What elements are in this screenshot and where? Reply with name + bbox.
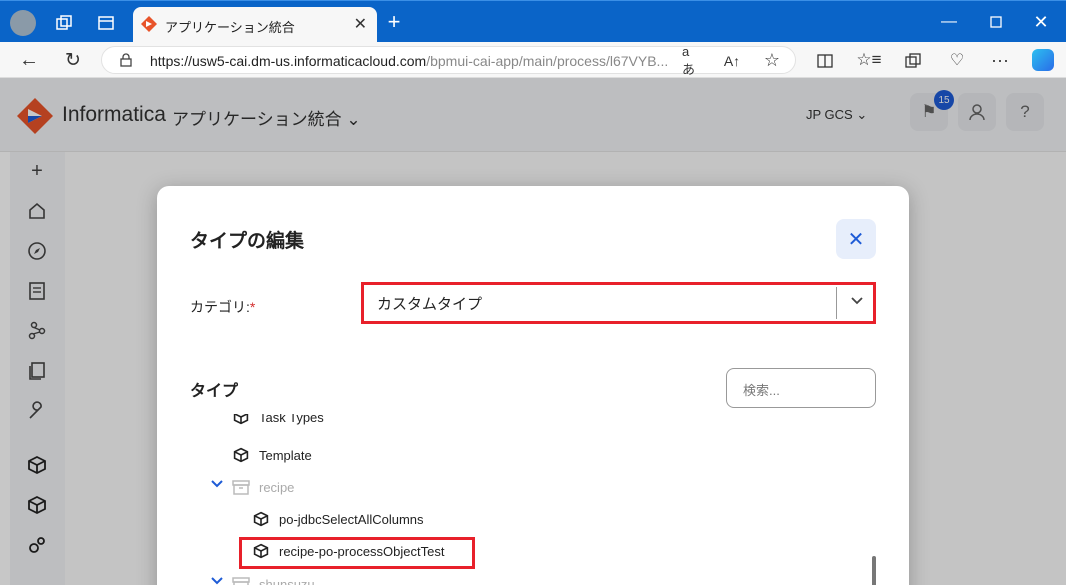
dialog-close-button[interactable]: ✕ bbox=[836, 219, 876, 259]
type-section-label: タイプ bbox=[190, 383, 239, 400]
tree-item[interactable]: Template bbox=[232, 443, 312, 467]
tab-active[interactable]: アプリケーション統合 ✕ bbox=[133, 7, 377, 43]
search-placeholder: 検索... bbox=[743, 383, 780, 398]
folder-icon bbox=[232, 575, 250, 585]
tab-actions-icon[interactable] bbox=[96, 13, 116, 33]
tree-folder[interactable]: recipe bbox=[232, 475, 294, 499]
new-tab-icon[interactable]: + bbox=[383, 9, 405, 34]
maximize-icon[interactable] bbox=[985, 11, 1007, 33]
cube-icon bbox=[232, 446, 250, 464]
tree-folder[interactable]: shunsuzu bbox=[232, 572, 315, 585]
browser-essentials-icon[interactable]: ♡ bbox=[947, 50, 967, 70]
favorites-icon[interactable]: ☆≡ bbox=[856, 50, 881, 70]
tree-item[interactable]: Task Types bbox=[232, 414, 324, 429]
minimize-icon[interactable]: — bbox=[938, 11, 960, 33]
translate-icon[interactable]: aあ bbox=[682, 44, 702, 77]
tab-title: アプリケーション統合 bbox=[165, 20, 295, 35]
lock-icon bbox=[118, 52, 134, 68]
collections-icon[interactable] bbox=[903, 51, 923, 71]
type-search-input[interactable]: 検索... bbox=[726, 368, 876, 408]
favorite-star-icon[interactable]: ☆ bbox=[762, 50, 782, 70]
category-label: カテゴリ:* bbox=[190, 299, 256, 315]
chevron-down-icon[interactable] bbox=[849, 292, 865, 313]
edit-type-dialog: タイプの編集 ✕ カテゴリ:* カスタムタイプ タイプ 検索... Task T… bbox=[157, 186, 909, 585]
more-menu-icon[interactable]: ··· bbox=[990, 50, 1010, 70]
back-icon[interactable]: ← bbox=[18, 49, 40, 71]
select-divider bbox=[836, 287, 837, 319]
folder-icon bbox=[232, 478, 250, 496]
profile-avatar[interactable] bbox=[10, 10, 36, 36]
browser-tab-bar: アプリケーション統合 ✕ + — ✕ bbox=[0, 0, 1066, 43]
close-window-icon[interactable]: ✕ bbox=[1030, 11, 1052, 33]
cube-icon bbox=[232, 414, 250, 426]
address-bar-row: ← ↻ https://usw5-cai.dm-us.informaticacl… bbox=[0, 42, 1066, 78]
tree-item[interactable]: po-jdbcSelectAllColumns bbox=[252, 507, 424, 531]
selection-highlight bbox=[239, 537, 475, 569]
split-screen-icon[interactable] bbox=[815, 51, 835, 71]
read-aloud-icon[interactable]: A↑ bbox=[722, 51, 742, 71]
workspaces-icon[interactable] bbox=[54, 13, 74, 33]
tree-scrollbar[interactable] bbox=[872, 556, 876, 585]
dialog-title: タイプの編集 bbox=[190, 231, 305, 252]
refresh-icon[interactable]: ↻ bbox=[62, 49, 84, 71]
copilot-icon[interactable] bbox=[1032, 49, 1054, 71]
chevron-down-icon[interactable] bbox=[210, 574, 224, 585]
category-value: カスタムタイプ bbox=[377, 296, 483, 313]
tab-close-icon[interactable]: ✕ bbox=[354, 14, 367, 34]
url-text: https://usw5-cai.dm-us.informaticacloud.… bbox=[150, 53, 669, 69]
category-select[interactable]: カスタムタイプ bbox=[361, 282, 876, 324]
cube-icon bbox=[252, 510, 270, 528]
informatica-favicon-icon bbox=[141, 16, 157, 32]
chevron-down-icon[interactable] bbox=[210, 477, 224, 496]
type-tree: Task Types Template recipe po-jdbcSelect… bbox=[157, 414, 909, 585]
